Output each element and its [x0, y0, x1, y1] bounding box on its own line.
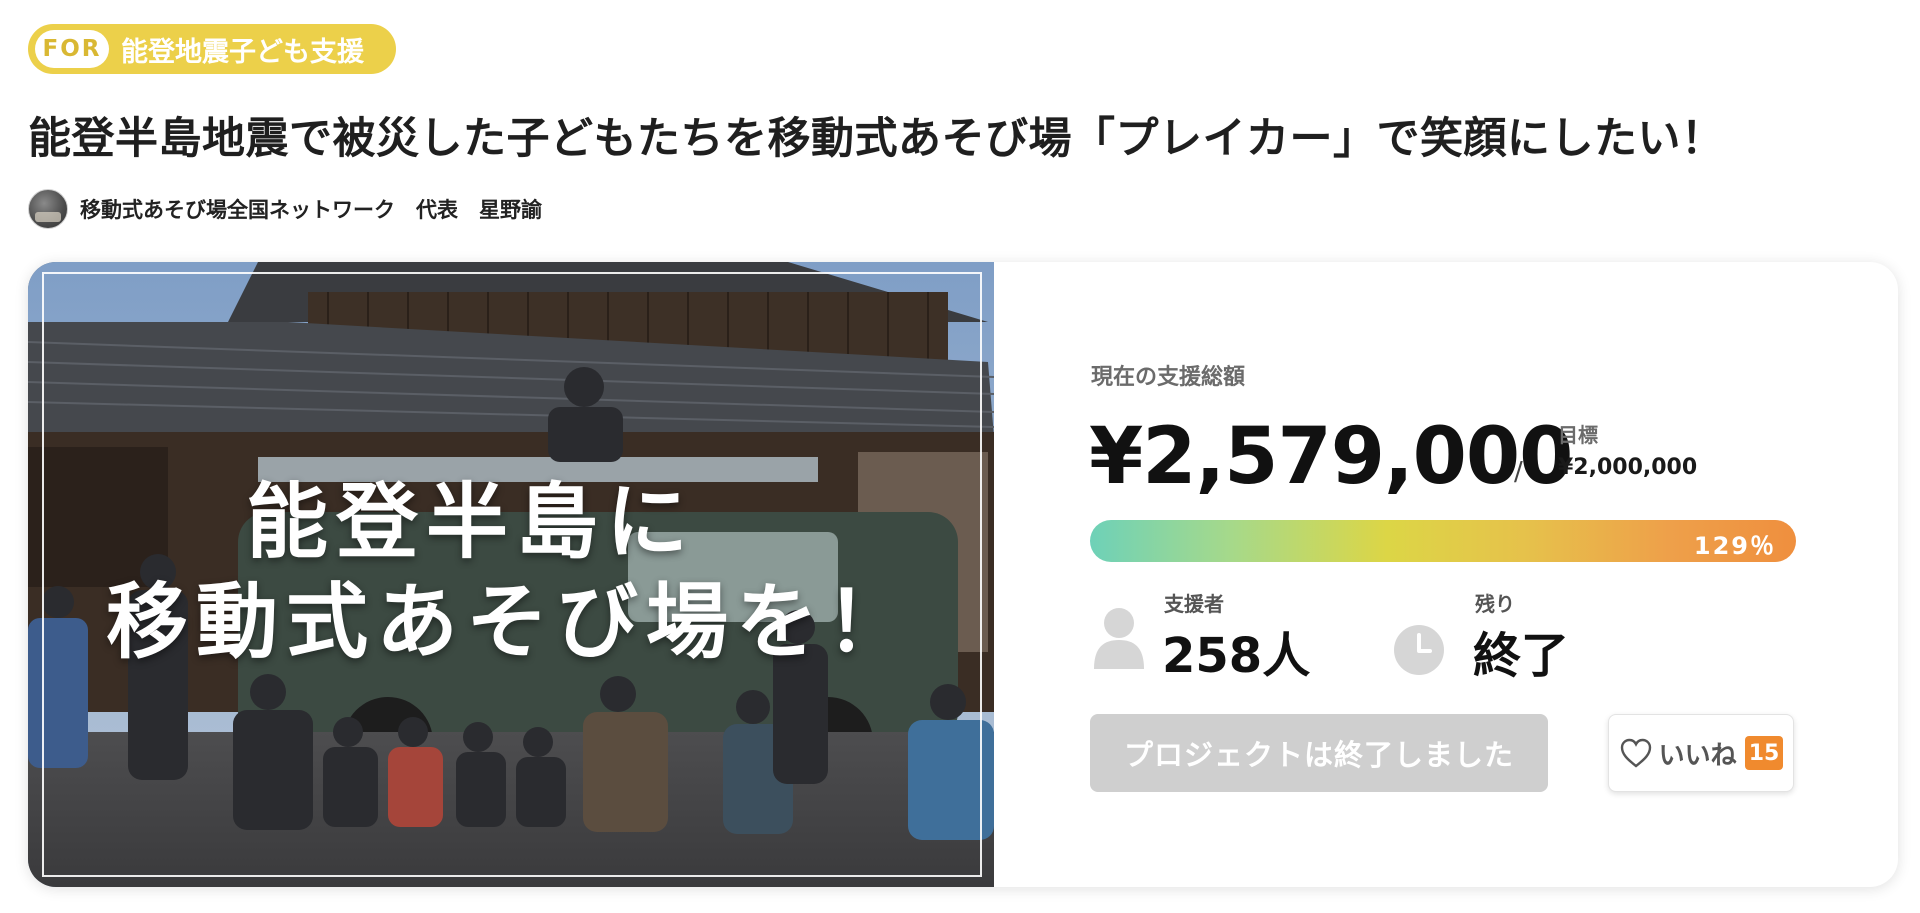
goal-amount: ¥2,000,000 — [1558, 455, 1698, 480]
funding-stats: 現在の支援総額 ¥2,579,000 / 目標 ¥2,000,000 129％ … — [994, 262, 1898, 887]
project-page: FOR 能登地震子ども支援 能登半島地震で被災した子どもたちを移動式あそび場「プ… — [0, 0, 1920, 913]
category-badge[interactable]: FOR 能登地震子ども支援 — [28, 24, 396, 74]
like-count-badge: 15 — [1744, 736, 1784, 770]
project-title: 能登半島地震で被災した子どもたちを移動式あそび場「プレイカー」で笑顔にしたい！ — [28, 114, 1725, 164]
category-label: 能登地震子ども支援 — [121, 36, 364, 68]
like-label: いいね — [1658, 740, 1737, 771]
goal-label: 目標 — [1558, 423, 1598, 447]
owner-avatar — [28, 189, 68, 229]
backers-label: 支援者 — [1164, 592, 1224, 616]
progress-percent: 129％ — [1693, 532, 1776, 560]
remaining-label: 残り — [1475, 592, 1515, 616]
backers-value: 258人 — [1162, 628, 1311, 684]
project-owner[interactable]: 移動式あそび場全国ネットワーク 代表 星野諭 — [28, 189, 542, 229]
hero-image: 能登半島に 移動式あそび場を！ — [28, 262, 994, 887]
total-amount: ¥2,579,000 — [1089, 412, 1573, 502]
project-card: 能登半島に 移動式あそび場を！ 現在の支援総額 ¥2,579,000 / 目標 … — [28, 262, 1898, 887]
progress-bar: 129％ — [1090, 520, 1796, 562]
total-label: 現在の支援総額 — [1091, 365, 1246, 390]
clock-icon — [1394, 625, 1444, 675]
owner-name: 移動式あそび場全国ネットワーク 代表 星野諭 — [80, 198, 542, 222]
person-icon — [1094, 608, 1144, 669]
progress-fill — [1090, 520, 1796, 562]
heart-icon — [1620, 738, 1651, 768]
for-tag: FOR — [35, 30, 109, 68]
hero-caption-line1: 能登半島に — [245, 475, 696, 570]
project-ended-button[interactable]: プロジェクトは終了しました — [1090, 714, 1548, 792]
goal-separator: / — [1514, 457, 1523, 487]
remaining-value: 終了 — [1473, 628, 1570, 684]
like-button[interactable]: いいね 15 — [1608, 714, 1794, 792]
hero-caption-line2: 移動式あそび場を！ — [105, 575, 916, 670]
